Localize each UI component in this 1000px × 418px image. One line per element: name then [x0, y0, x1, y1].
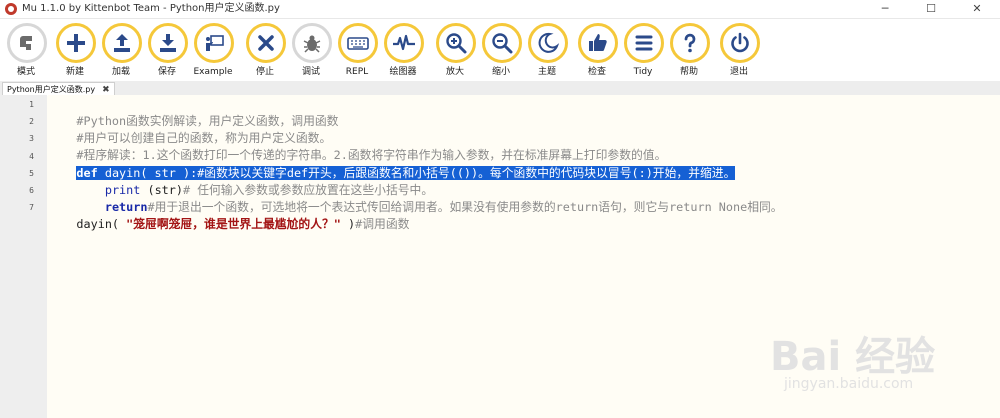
window-title: Mu 1.1.0 by Kittenbot Team - Python用户定义函… [22, 3, 280, 14]
waveform-icon [384, 23, 424, 63]
code-line-1: #Python函数实例解读，用户定义函数，调用函数 [48, 97, 1000, 128]
maximize-button[interactable]: ☐ [908, 0, 954, 18]
tab-label: Python用户定义函数.py [7, 85, 96, 94]
thumbs-up-icon [578, 23, 618, 63]
lines-icon [624, 23, 664, 63]
help-button[interactable]: 帮助 [664, 23, 714, 81]
plotter-button[interactable]: 绘图器 [378, 23, 428, 81]
line-number: 2 [29, 117, 34, 126]
theme-button[interactable]: 主题 [522, 23, 572, 81]
zoom-out-icon [482, 23, 522, 63]
line-number: 3 [29, 134, 34, 143]
tab-bar: Python用户定义函数.py ✖ [0, 81, 1000, 96]
question-icon [670, 23, 710, 63]
teacher-icon [194, 23, 234, 63]
upload-icon [102, 23, 142, 63]
baidu-watermark: Bai 经验 jingyan.baidu.com [770, 318, 990, 398]
download-icon [148, 23, 188, 63]
line-number: 7 [29, 203, 34, 212]
mu-app-icon [5, 3, 17, 15]
watermark-url: jingyan.baidu.com [784, 376, 914, 392]
code-line-2: #用户可以创建自己的函数，称为用户定义函数。 [48, 114, 1000, 145]
quit-button[interactable]: 退出 [714, 23, 764, 81]
minimize-button[interactable]: ─ [862, 0, 908, 18]
code-line-5: print (str)# 任何输入参数或参数应放置在这些小括号中。 [48, 166, 1000, 197]
comment: #调用函数 [355, 217, 410, 231]
zoom-in-icon [436, 23, 476, 63]
close-icon [246, 23, 286, 63]
keyboard-icon [338, 23, 378, 63]
mode-icon [7, 23, 47, 63]
code-line-6: return#用于退出一个函数，可选地将一个表达式传回给调用者。如果没有使用参数… [48, 183, 1000, 214]
power-icon [720, 23, 760, 63]
watermark-text: Bai 经验 [770, 334, 936, 380]
line-number-gutter: 1 2 3 4 5 6 7 [0, 95, 47, 418]
code-text: ) [340, 217, 356, 231]
close-window-button[interactable]: ✕ [954, 0, 1000, 18]
line-number: 4 [29, 152, 34, 161]
code-line-3: #程序解读：1.这个函数打印一个传递的字符串。2.函数将字符串作为输入参数，并在… [48, 131, 1000, 162]
line-number: 6 [29, 186, 34, 195]
string-literal: "笼屉啊笼屉，谁是世界上最尴尬的人？" [126, 217, 341, 231]
plus-icon [56, 23, 96, 63]
quit-label: 退出 [729, 67, 748, 77]
code-text: dayin( [76, 217, 127, 231]
tab-python-file[interactable]: Python用户定义函数.py ✖ [2, 82, 115, 96]
moon-icon [528, 23, 568, 63]
example-button[interactable]: Example [188, 23, 238, 81]
bug-icon [292, 23, 332, 63]
code-line-4-selected: def dayin( str ):#函数块以关键字def开头，后跟函数名和小括号… [48, 149, 1000, 180]
code-line-7: dayin( "笼屉啊笼屉，谁是世界上最尴尬的人？" )#调用函数 [48, 200, 1000, 231]
line-number: 5 [29, 169, 34, 178]
title-bar: Mu 1.1.0 by Kittenbot Team - Python用户定义函… [0, 0, 1000, 19]
toolbar: 模式 新建 加载 保存 Example 停止 调试 REPL 绘图器 放大 缩小… [0, 19, 1000, 81]
line-number: 1 [29, 100, 34, 109]
